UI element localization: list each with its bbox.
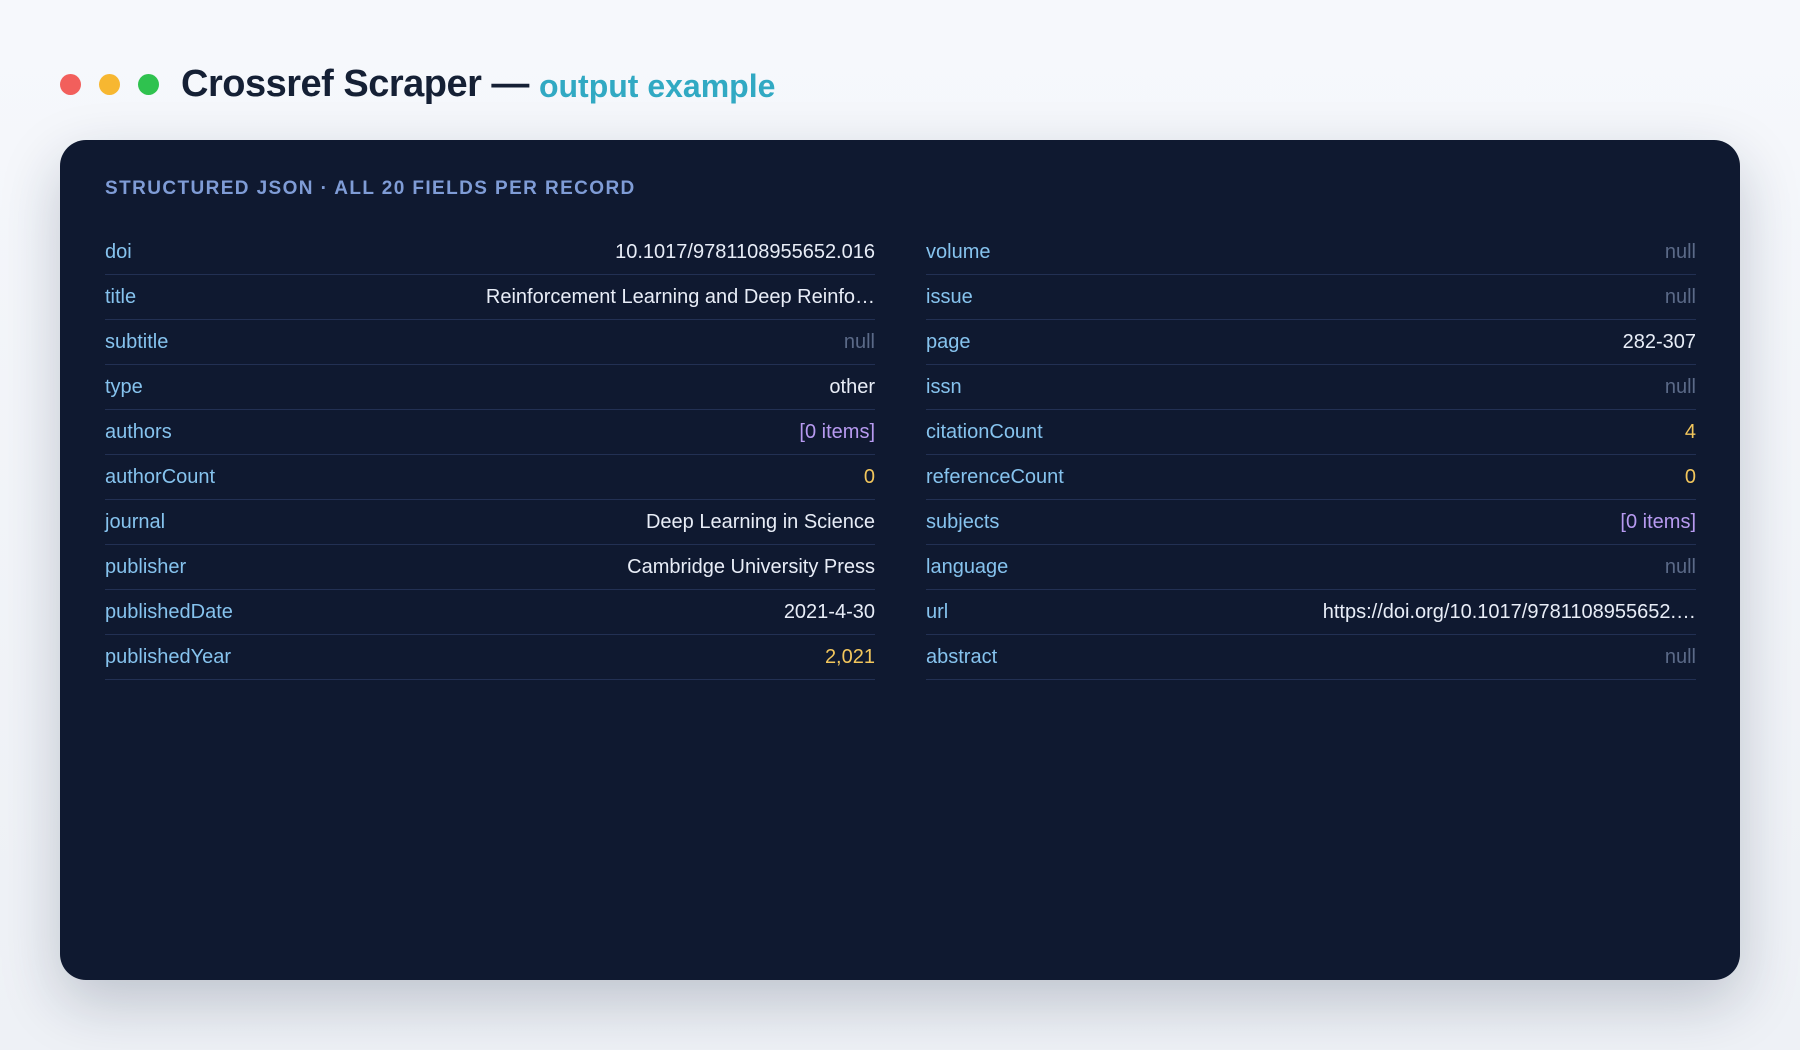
field-value: null [843,330,875,353]
field-row: abstract null [926,635,1696,680]
field-key: title [105,285,137,308]
field-value: null [1664,375,1696,398]
field-key: abstract [926,645,998,668]
app-subtitle: output example [538,67,776,104]
field-row: subtitle null [105,320,875,365]
field-value: 0 [1684,465,1696,488]
field-row: volume null [926,230,1696,275]
field-row: url https://doi.org/10.1017/9781108955652… [926,590,1696,635]
field-row: authorCount 0 [105,455,875,500]
field-key: authorCount [105,465,216,488]
field-key: publishedDate [105,600,233,623]
close-window-dot[interactable] [60,73,81,95]
field-value: 0 [863,465,875,488]
field-row: referenceCount 0 [926,455,1696,500]
field-row: doi 10.1017/9781108955652.016 [105,230,875,275]
field-row: publishedYear 2,021 [105,635,875,680]
field-value: null [1664,240,1696,263]
field-row: journal Deep Learning in Science [105,500,875,545]
field-row: type other [105,365,875,410]
field-value: 10.1017/9781108955652.016 [615,240,875,263]
field-value: 282-307 [1622,330,1696,353]
field-key: journal [105,510,166,533]
field-key: doi [105,240,132,263]
field-value: Reinforcement Learning and Deep Reinfo… [485,285,875,308]
field-row: subjects [0 items] [926,500,1696,545]
field-key: authors [105,420,172,443]
field-value: null [1664,285,1696,308]
field-row: issn null [926,365,1696,410]
field-row: issue null [926,275,1696,320]
field-key: citationCount [926,420,1043,443]
right-field-column: volume null issue null page 282-307 issn null ci… [926,230,1696,680]
field-row: title Reinforcement Learning and Deep Rei… [105,275,875,320]
field-key: subtitle [105,330,169,353]
field-value: [0 items] [1620,510,1696,533]
field-key: publishedYear [105,645,232,668]
field-value: 4 [1684,420,1696,443]
field-value: Cambridge University Press [627,555,875,578]
field-row: authors [0 items] [105,410,875,455]
field-value: null [1664,555,1696,578]
field-key: referenceCount [926,465,1064,488]
field-key: language [926,555,1009,578]
field-key: publisher [105,555,187,578]
field-key: subjects [926,510,1000,533]
field-value: https://doi.org/10.1017/9781108955652.… [1322,600,1696,623]
maximize-window-dot[interactable] [138,73,159,95]
field-value: null [1664,645,1696,668]
window-header: Crossref Scraper — output example [60,58,775,110]
field-key: volume [926,240,991,263]
field-row: citationCount 4 [926,410,1696,455]
json-output-panel: STRUCTURED JSON · ALL 20 FIELDS PER RECO… [60,140,1740,980]
field-value: 2,021 [824,645,875,668]
field-key: type [105,375,143,398]
field-row: page 282-307 [926,320,1696,365]
field-value: 2021-4-30 [783,600,875,623]
field-key: issue [926,285,973,308]
field-value: Deep Learning in Science [645,510,875,533]
app-title: Crossref Scraper — [181,62,529,105]
field-key: issn [926,375,962,398]
field-value: other [829,375,875,398]
panel-heading: STRUCTURED JSON · ALL 20 FIELDS PER RECO… [105,178,636,199]
field-row: publisher Cambridge University Press [105,545,875,590]
left-field-column: doi 10.1017/9781108955652.016 title Reinfor… [105,230,875,680]
field-row: language null [926,545,1696,590]
field-value: [0 items] [799,420,875,443]
field-key: url [926,600,949,623]
field-key: page [926,330,971,353]
minimize-window-dot[interactable] [99,73,120,95]
field-row: publishedDate 2021-4-30 [105,590,875,635]
